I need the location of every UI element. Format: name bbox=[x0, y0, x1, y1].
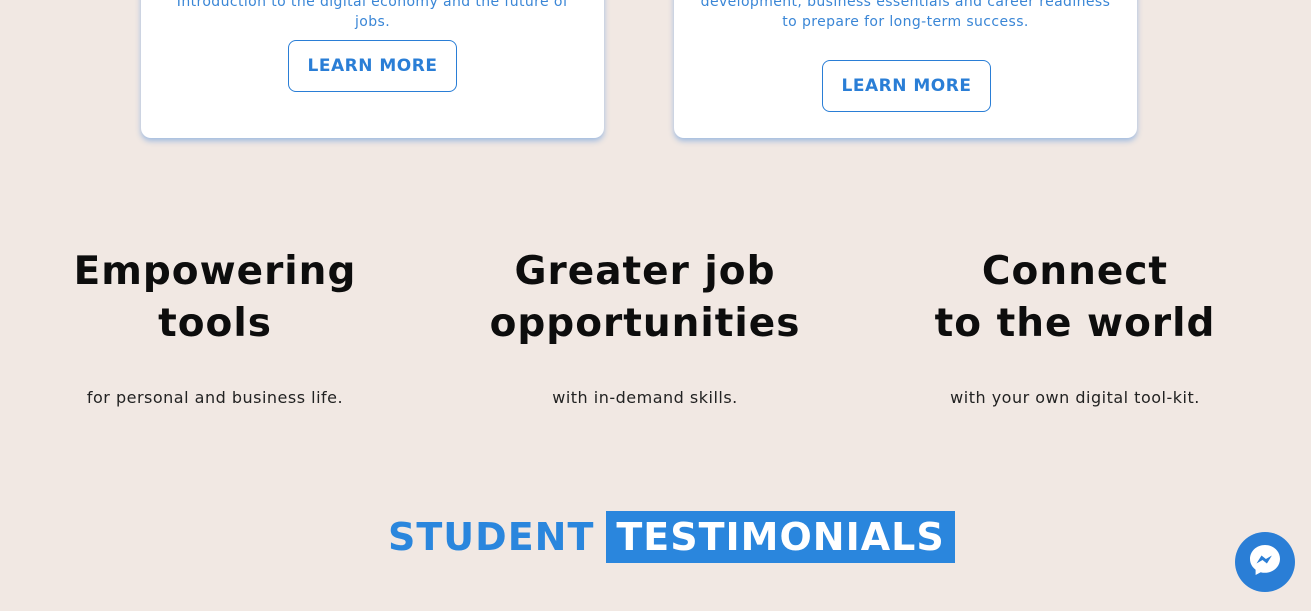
testimonials-heading-word2: TESTIMONIALS bbox=[606, 511, 955, 563]
card-description: development, business essentials and car… bbox=[700, 0, 1111, 30]
feature-subtitle: for personal and business life. bbox=[86, 388, 344, 407]
feature-title: Greater job opportunities bbox=[489, 249, 801, 346]
learn-more-button[interactable]: LEARN MORE bbox=[288, 40, 457, 92]
feature-subtitle: with your own digital tool-kit. bbox=[950, 388, 1200, 407]
card-description: Introduction to the digital economy and … bbox=[176, 0, 569, 30]
messenger-icon bbox=[1248, 543, 1282, 581]
course-card-2: development, business essentials and car… bbox=[674, 0, 1137, 138]
learn-more-button[interactable]: LEARN MORE bbox=[822, 60, 991, 112]
feature-title: Connect to the world bbox=[934, 249, 1216, 346]
course-card-1: Introduction to the digital economy and … bbox=[141, 0, 604, 138]
feature-connect-world: Connect to the world with your own digit… bbox=[900, 246, 1250, 407]
testimonials-heading-word1: STUDENT bbox=[388, 515, 595, 559]
testimonials-heading: STUDENT TESTIMONIALS bbox=[388, 511, 955, 563]
page: Introduction to the digital economy and … bbox=[0, 0, 1311, 611]
feature-title: Empowering tools bbox=[73, 249, 357, 346]
feature-job-opportunities: Greater job opportunities with in-demand… bbox=[470, 246, 820, 407]
feature-empowering-tools: Empowering tools for personal and busine… bbox=[40, 246, 390, 407]
messenger-chat-button[interactable] bbox=[1235, 532, 1295, 592]
feature-subtitle: with in-demand skills. bbox=[552, 388, 738, 407]
